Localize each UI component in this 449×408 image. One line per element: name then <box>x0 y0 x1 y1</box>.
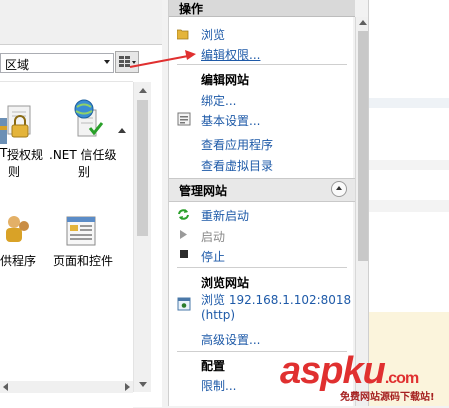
features-vertical-scrollbar[interactable] <box>133 82 151 392</box>
feature-label[interactable]: 则 <box>8 163 20 180</box>
chevron-down-icon <box>132 61 136 64</box>
lock-icon[interactable] <box>6 104 34 142</box>
actions-pane: 操作 浏览 编辑权限... 编辑网站 绑定... 基本设置... 查看应用程序 … <box>168 0 370 406</box>
watermark-logo: aspku.com 免费网站源码下载站! <box>278 350 449 406</box>
actions-title: 操作 <box>179 2 204 16</box>
features-grid: T 授权规 则 .NET 信任级 别 供程序 页面和控件 <box>0 81 133 408</box>
browse-url-link[interactable]: 浏览 192.168.1.102:8018 <box>201 291 351 308</box>
folder-open-icon <box>177 29 189 40</box>
start-icon <box>180 230 187 239</box>
watermark-brand: aspku.com <box>280 350 419 392</box>
settings-page-icon <box>177 112 191 126</box>
divider <box>177 64 347 65</box>
stop-link[interactable]: 停止 <box>201 248 225 265</box>
divider <box>177 267 347 268</box>
edit-permissions-link[interactable]: 编辑权限... <box>201 46 260 63</box>
scroll-right-icon[interactable] <box>125 383 130 391</box>
scroll-thumb[interactable] <box>358 31 368 261</box>
view-mode-button[interactable] <box>115 51 139 73</box>
edit-site-heading: 编辑网站 <box>201 73 250 87</box>
stop-icon <box>180 250 188 258</box>
pages-controls-icon[interactable] <box>66 216 96 248</box>
configure-heading: 配置 <box>201 359 226 373</box>
connections-workspace <box>368 0 449 406</box>
feature-label[interactable]: 授权规 <box>7 146 43 163</box>
left-toolbar-area <box>0 0 162 44</box>
row-highlight <box>369 98 449 108</box>
feature-label[interactable]: 供程序 <box>0 252 36 269</box>
browse-protocol-text[interactable]: (http) <box>201 308 235 322</box>
start-link: 启动 <box>201 230 226 244</box>
feature-label[interactable]: 别 <box>78 163 90 180</box>
group-by-value: 区域 <box>5 58 30 72</box>
watermark-subtitle: 免费网站源码下载站! <box>340 392 435 403</box>
basic-settings-link[interactable]: 基本设置... <box>201 112 260 129</box>
advanced-settings-link[interactable]: 高级设置... <box>201 331 260 348</box>
feature-label[interactable]: .NET 信任级 <box>49 146 117 163</box>
features-horizontal-scrollbar[interactable] <box>0 381 133 393</box>
row-highlight <box>369 160 449 170</box>
manage-site-heading: 管理网站 <box>179 184 228 198</box>
grid-view-icon <box>119 56 130 67</box>
actions-header: 操作 <box>169 0 355 17</box>
restart-icon <box>178 209 189 220</box>
feature-label[interactable]: 页面和控件 <box>53 252 113 269</box>
limits-link[interactable]: 限制... <box>201 377 236 394</box>
features-view-pane: 区域 T 授权规 则 .NET 信任级 别 供程序 页面和控件 <box>0 44 162 408</box>
view-applications-link[interactable]: 查看应用程序 <box>201 136 273 153</box>
collapse-group-icon[interactable] <box>118 128 126 133</box>
scroll-left-icon[interactable] <box>3 383 8 391</box>
row-highlight <box>369 200 449 212</box>
chevron-down-icon <box>104 60 110 64</box>
manage-site-section: 管理网站 <box>169 178 355 202</box>
scroll-up-icon[interactable] <box>359 20 367 25</box>
collapse-section-button[interactable] <box>331 181 347 197</box>
bindings-link[interactable]: 绑定... <box>201 92 236 109</box>
scroll-thumb[interactable] <box>137 100 148 236</box>
providers-icon[interactable] <box>0 214 30 250</box>
browse-site-heading: 浏览网站 <box>201 276 250 290</box>
scroll-down-icon[interactable] <box>139 382 147 387</box>
dotnet-trust-icon[interactable] <box>70 98 104 142</box>
browse-link[interactable]: 浏览 <box>201 26 225 43</box>
view-virtual-dirs-link[interactable]: 查看虚拟目录 <box>201 157 273 174</box>
chevron-up-icon <box>336 186 342 190</box>
scroll-up-icon[interactable] <box>139 88 147 93</box>
restart-link[interactable]: 重新启动 <box>201 207 249 224</box>
group-by-combo[interactable]: 区域 <box>0 53 114 73</box>
browser-window-icon <box>177 297 191 311</box>
